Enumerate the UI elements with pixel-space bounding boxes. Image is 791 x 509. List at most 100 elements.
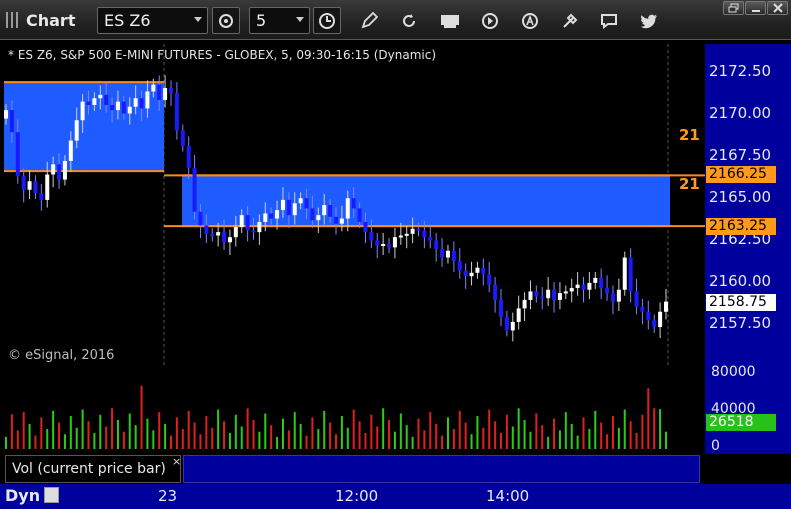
drag-grip-icon[interactable]	[6, 12, 20, 28]
volume-bar	[287, 430, 290, 449]
candle-body	[457, 260, 462, 272]
candle-body	[628, 257, 633, 292]
volume-bar	[370, 414, 373, 449]
price-zone	[182, 175, 670, 227]
interval-clock-icon	[319, 12, 335, 29]
candle-body	[493, 284, 498, 300]
candle-body	[510, 321, 515, 331]
get-data-icon	[441, 14, 459, 28]
candle-body	[451, 250, 456, 261]
volume-bar	[75, 427, 78, 449]
candle-body	[334, 216, 338, 224]
play-icon	[482, 12, 498, 29]
alert-button[interactable]	[516, 7, 544, 34]
volume-bar	[629, 421, 632, 449]
volume-plot[interactable]	[0, 369, 705, 454]
volume-bar	[382, 408, 385, 449]
link-button[interactable]	[212, 7, 240, 34]
chart-toolbar: Chart ES Z6 5	[0, 0, 791, 40]
candle-body	[328, 205, 333, 217]
upper-level-price-label: 2166.25	[706, 166, 776, 183]
candle-body	[546, 289, 551, 299]
candle-body	[39, 193, 44, 200]
volume-bar	[452, 429, 455, 449]
candle-body	[9, 110, 14, 133]
tools-button[interactable]	[556, 7, 584, 34]
candle-body	[51, 164, 56, 175]
candle-body	[251, 230, 256, 233]
price-tick: 2160.00	[709, 272, 772, 290]
restore-icon	[728, 3, 738, 13]
candle-body	[416, 228, 421, 231]
twitter-button[interactable]	[635, 7, 663, 34]
dynamic-mode-icon[interactable]	[44, 487, 59, 503]
price-axis[interactable]: 2172.50 2170.00 2167.50 2165.00 2162.50 …	[705, 44, 791, 366]
candle-body	[428, 237, 433, 241]
candle-body	[216, 232, 221, 236]
close-window-button[interactable]	[767, 1, 788, 15]
study-legend-area	[183, 455, 700, 483]
chevron-down-icon[interactable]	[296, 17, 304, 22]
candle-body	[522, 299, 527, 309]
candle-body	[80, 101, 85, 121]
interval-input[interactable]: 5	[249, 7, 310, 34]
comment-icon	[601, 13, 617, 29]
volume-bar	[217, 409, 220, 449]
candle-body	[404, 233, 409, 236]
candle-body	[227, 237, 232, 243]
volume-bar	[152, 430, 155, 449]
volume-bar	[69, 416, 72, 449]
restore-window-button[interactable]	[723, 1, 744, 15]
play-button[interactable]	[476, 7, 504, 34]
volume-bar	[558, 430, 561, 449]
symbol-input[interactable]: ES Z6	[97, 7, 208, 34]
candle-body	[392, 237, 397, 248]
volume-bar	[611, 416, 614, 449]
interval-clock-button[interactable]	[313, 7, 341, 34]
candle-body	[605, 288, 610, 294]
candle-body	[445, 250, 450, 258]
copyright-label: © eSignal, 2016	[8, 348, 115, 363]
volume-bar	[329, 422, 332, 449]
get-data-button[interactable]	[436, 7, 464, 34]
volume-bar	[346, 427, 349, 449]
close-study-icon[interactable]: ×	[172, 455, 181, 468]
draw-button[interactable]	[355, 7, 383, 34]
volume-bar	[594, 410, 597, 449]
volume-bar	[582, 417, 585, 449]
volume-bar	[323, 410, 326, 449]
candle-body	[599, 277, 604, 289]
candle-body	[239, 215, 244, 228]
price-chart-plot[interactable]	[0, 44, 705, 366]
volume-bar	[111, 408, 114, 449]
volume-bar	[659, 409, 662, 449]
time-axis[interactable]: Dyn 23 12:00 14:00	[0, 484, 791, 509]
volume-legend[interactable]: Vol (current price bar)	[5, 455, 181, 483]
volume-bar	[252, 419, 255, 449]
candle-body	[198, 211, 203, 226]
candle-body	[528, 291, 533, 300]
volume-bar	[228, 432, 231, 449]
volume-bar	[81, 409, 84, 449]
volume-bar	[28, 423, 31, 449]
candle-body	[593, 277, 598, 283]
volume-bar	[617, 427, 620, 449]
chart-window-title[interactable]: Chart	[6, 9, 75, 31]
dynamic-label[interactable]: Dyn	[5, 486, 40, 505]
volume-bar	[193, 422, 196, 449]
volume-bar	[388, 419, 391, 449]
volume-bar	[411, 436, 414, 449]
candle-body	[375, 240, 380, 246]
candle-body	[622, 257, 627, 290]
minimize-window-button[interactable]	[745, 1, 766, 15]
volume-bar	[181, 429, 184, 449]
price-tick: 2165.00	[709, 188, 772, 206]
candle-body	[304, 198, 309, 209]
refresh-button[interactable]	[395, 7, 423, 34]
comment-button[interactable]	[595, 7, 623, 34]
chevron-down-icon[interactable]	[194, 17, 202, 22]
volume-bar	[494, 421, 497, 449]
volume-bar	[653, 408, 656, 449]
candle-body	[169, 88, 173, 94]
volume-axis[interactable]: 80000 40000 0 26518	[705, 364, 791, 454]
